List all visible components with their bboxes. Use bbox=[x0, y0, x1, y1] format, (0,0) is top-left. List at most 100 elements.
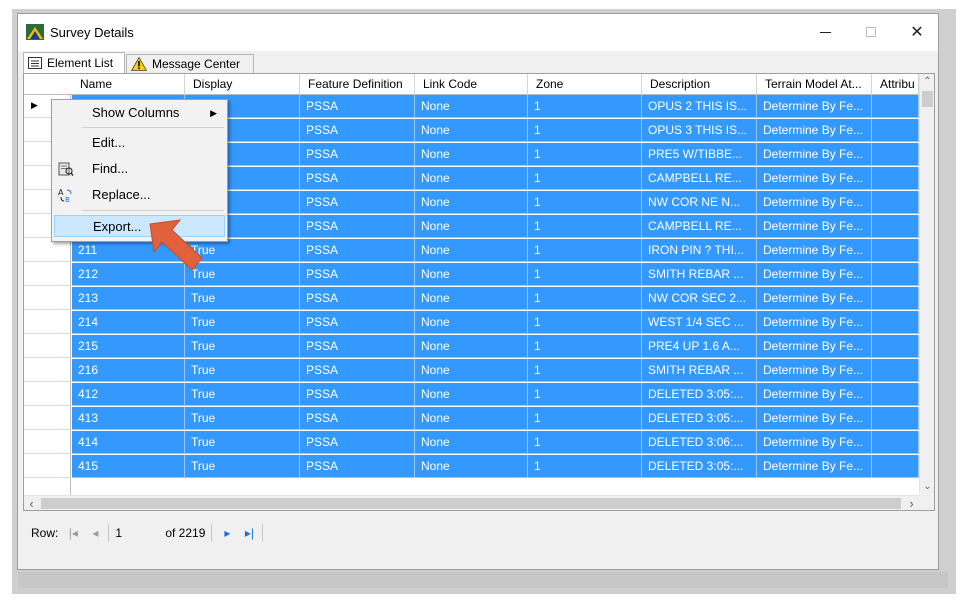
table-cell[interactable] bbox=[872, 335, 919, 358]
table-cell[interactable]: Determine By Fe... bbox=[757, 263, 872, 286]
table-cell[interactable]: IRON PIN ? THI... bbox=[642, 239, 757, 262]
table-cell[interactable]: None bbox=[415, 335, 528, 358]
table-cell[interactable]: 1 bbox=[528, 407, 642, 430]
table-cell[interactable]: 1 bbox=[528, 119, 642, 142]
table-cell[interactable]: Determine By Fe... bbox=[757, 167, 872, 190]
table-cell[interactable]: None bbox=[415, 407, 528, 430]
table-cell[interactable]: PSSA bbox=[300, 143, 415, 166]
table-cell[interactable]: SMITH REBAR ... bbox=[642, 263, 757, 286]
next-record-icon[interactable]: ▸ bbox=[220, 526, 234, 540]
table-cell[interactable]: PSSA bbox=[300, 311, 415, 334]
table-row[interactable]: 216 True PSSA None 1 SMITH REBAR ... Determine… bbox=[72, 359, 919, 382]
table-cell[interactable]: None bbox=[415, 215, 528, 238]
menu-item-find[interactable]: Find... bbox=[54, 158, 225, 180]
table-cell[interactable]: Determine By Fe... bbox=[757, 239, 872, 262]
table-cell[interactable]: 1 bbox=[528, 95, 642, 118]
horizontal-scroll-thumb[interactable] bbox=[41, 498, 901, 509]
column-header[interactable]: Display bbox=[185, 74, 300, 95]
menu-item-replace[interactable]: A B Replace... bbox=[54, 184, 225, 206]
row-header[interactable] bbox=[24, 239, 71, 262]
table-cell[interactable]: DELETED 3:05:... bbox=[642, 407, 757, 430]
table-cell[interactable]: True bbox=[185, 407, 300, 430]
table-cell[interactable]: 413 bbox=[72, 407, 185, 430]
table-cell[interactable]: Determine By Fe... bbox=[757, 311, 872, 334]
scroll-down-icon[interactable]: ⌄ bbox=[920, 479, 935, 495]
table-cell[interactable]: True bbox=[185, 431, 300, 454]
table-cell[interactable]: 1 bbox=[528, 143, 642, 166]
current-row-input[interactable]: 1 bbox=[115, 526, 165, 540]
table-cell[interactable]: PSSA bbox=[300, 263, 415, 286]
table-cell[interactable]: 1 bbox=[528, 167, 642, 190]
table-cell[interactable] bbox=[872, 287, 919, 310]
table-cell[interactable] bbox=[872, 431, 919, 454]
column-header[interactable]: Name bbox=[72, 74, 185, 95]
row-header[interactable] bbox=[24, 311, 71, 334]
last-record-icon[interactable]: ▸| bbox=[242, 526, 256, 540]
row-header[interactable] bbox=[24, 335, 71, 358]
table-cell[interactable]: PSSA bbox=[300, 383, 415, 406]
table-cell[interactable]: True bbox=[185, 311, 300, 334]
table-cell[interactable] bbox=[872, 383, 919, 406]
tab-message-center[interactable]: Message Center bbox=[126, 54, 254, 73]
table-cell[interactable]: True bbox=[185, 287, 300, 310]
table-cell[interactable] bbox=[872, 191, 919, 214]
table-cell[interactable]: Determine By Fe... bbox=[757, 95, 872, 118]
table-cell[interactable]: PSSA bbox=[300, 335, 415, 358]
table-cell[interactable]: Determine By Fe... bbox=[757, 407, 872, 430]
table-cell[interactable]: None bbox=[415, 431, 528, 454]
table-cell[interactable] bbox=[872, 95, 919, 118]
table-cell[interactable]: Determine By Fe... bbox=[757, 455, 872, 478]
table-cell[interactable]: PSSA bbox=[300, 215, 415, 238]
table-cell[interactable] bbox=[872, 311, 919, 334]
table-cell[interactable]: PRE4 UP 1.6 A... bbox=[642, 335, 757, 358]
table-cell[interactable]: Determine By Fe... bbox=[757, 383, 872, 406]
row-header[interactable] bbox=[24, 359, 71, 382]
previous-record-icon[interactable]: ◂ bbox=[88, 526, 102, 540]
table-cell[interactable]: DELETED 3:06:... bbox=[642, 431, 757, 454]
row-header[interactable] bbox=[24, 287, 71, 310]
table-cell[interactable]: Determine By Fe... bbox=[757, 431, 872, 454]
menu-item-show-columns[interactable]: Show Columns ▶ bbox=[54, 102, 225, 124]
row-header[interactable] bbox=[24, 407, 71, 430]
column-header[interactable]: Description bbox=[642, 74, 757, 95]
table-cell[interactable]: OPUS 2 THIS IS... bbox=[642, 95, 757, 118]
table-cell[interactable]: 1 bbox=[528, 383, 642, 406]
table-cell[interactable]: NW COR NE N... bbox=[642, 191, 757, 214]
table-cell[interactable]: WEST 1/4 SEC ... bbox=[642, 311, 757, 334]
table-cell[interactable]: 1 bbox=[528, 359, 642, 382]
table-cell[interactable]: Determine By Fe... bbox=[757, 215, 872, 238]
table-cell[interactable]: CAMPBELL RE... bbox=[642, 215, 757, 238]
table-cell[interactable] bbox=[872, 215, 919, 238]
table-cell[interactable]: Determine By Fe... bbox=[757, 119, 872, 142]
table-cell[interactable] bbox=[872, 263, 919, 286]
table-cell[interactable]: 213 bbox=[72, 287, 185, 310]
table-cell[interactable]: PSSA bbox=[300, 407, 415, 430]
table-cell[interactable]: Determine By Fe... bbox=[757, 191, 872, 214]
table-cell[interactable]: 1 bbox=[528, 311, 642, 334]
table-cell[interactable]: True bbox=[185, 359, 300, 382]
row-header[interactable] bbox=[24, 455, 71, 478]
table-cell[interactable]: 414 bbox=[72, 431, 185, 454]
table-cell[interactable]: 216 bbox=[72, 359, 185, 382]
close-button[interactable]: ✕ bbox=[894, 14, 940, 50]
column-header[interactable]: Link Code bbox=[415, 74, 528, 95]
table-cell[interactable]: NW COR SEC 2... bbox=[642, 287, 757, 310]
table-cell[interactable]: None bbox=[415, 191, 528, 214]
row-header[interactable] bbox=[24, 263, 71, 286]
table-cell[interactable]: 1 bbox=[528, 239, 642, 262]
table-cell[interactable] bbox=[872, 119, 919, 142]
column-header[interactable]: Feature Definition bbox=[300, 74, 415, 95]
table-cell[interactable]: None bbox=[415, 263, 528, 286]
table-cell[interactable]: None bbox=[415, 311, 528, 334]
table-cell[interactable] bbox=[872, 167, 919, 190]
vertical-scrollbar[interactable]: ⌃ ⌄ bbox=[919, 74, 934, 495]
table-row[interactable]: 415 True PSSA None 1 DELETED 3:05:... Determin… bbox=[72, 455, 919, 478]
column-header[interactable]: Attribu bbox=[872, 74, 919, 95]
table-cell[interactable]: 1 bbox=[528, 431, 642, 454]
row-header[interactable] bbox=[24, 431, 71, 454]
scroll-right-icon[interactable]: › bbox=[904, 496, 919, 512]
table-cell[interactable]: PSSA bbox=[300, 287, 415, 310]
table-cell[interactable]: None bbox=[415, 455, 528, 478]
table-cell[interactable]: PSSA bbox=[300, 191, 415, 214]
table-cell[interactable]: None bbox=[415, 287, 528, 310]
